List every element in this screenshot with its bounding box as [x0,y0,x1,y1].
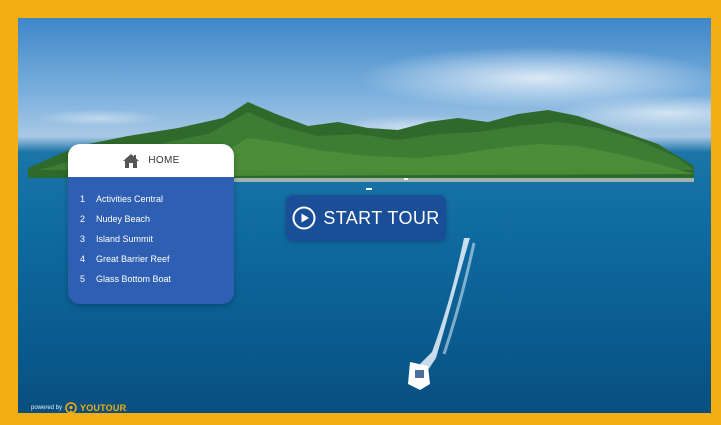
menu-item-number: 2 [80,214,86,224]
menu-item-nudey-beach[interactable]: 2 Nudey Beach [68,209,234,229]
play-circle-icon [292,206,316,230]
menu-item-great-barrier-reef[interactable]: 4 Great Barrier Reef [68,249,234,269]
menu-item-island-summit[interactable]: 3 Island Summit [68,229,234,249]
app-frame: START TOUR HOME 1 Activities Central 2 N… [0,0,721,425]
menu-item-number: 3 [80,234,86,244]
menu-item-label: Great Barrier Reef [96,254,170,264]
menu-item-number: 5 [80,274,86,284]
menu-item-number: 1 [80,194,86,204]
menu-item-label: Island Summit [96,234,154,244]
background-photo: START TOUR HOME 1 Activities Central 2 N… [18,18,711,413]
menu-item-glass-bottom-boat[interactable]: 5 Glass Bottom Boat [68,269,234,289]
brand-name: YOUTOUR [80,403,127,413]
tour-menu-panel: HOME 1 Activities Central 2 Nudey Beach … [68,144,234,304]
menu-item-label: Nudey Beach [96,214,151,224]
tour-stop-list: 1 Activities Central 2 Nudey Beach 3 Isl… [68,177,234,289]
home-label: HOME [148,155,180,166]
home-button[interactable]: HOME [68,144,234,177]
start-tour-button[interactable]: START TOUR [286,195,446,241]
menu-item-label: Activities Central [96,194,164,204]
home-icon [123,153,140,168]
menu-item-number: 4 [80,254,86,264]
location-pin-icon [65,402,77,413]
menu-item-activities-central[interactable]: 1 Activities Central [68,189,234,209]
powered-by-badge[interactable]: powered by YOUTOUR [31,402,126,413]
menu-item-label: Glass Bottom Boat [96,274,172,284]
start-tour-label: START TOUR [323,207,440,228]
powered-by-label: powered by [31,405,63,411]
